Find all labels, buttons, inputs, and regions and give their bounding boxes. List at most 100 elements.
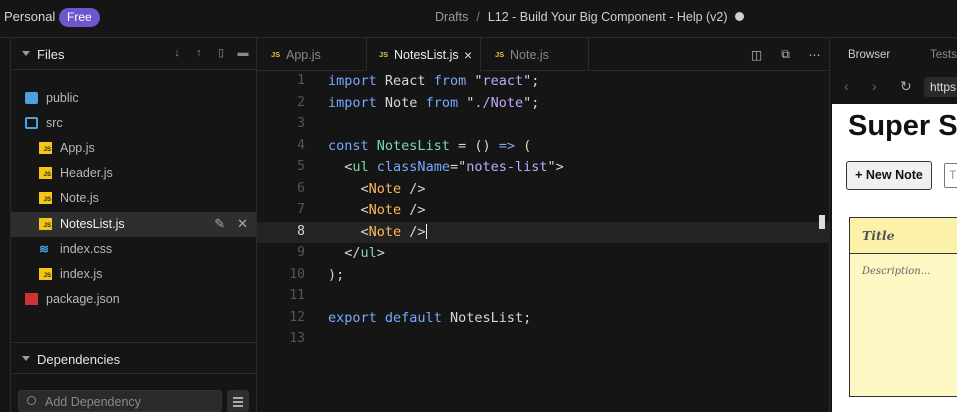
tab-noteslist-js[interactable]: JS NotesList.js ×: [367, 38, 481, 72]
breadcrumb: Drafts / L12 - Build Your Big Component - …: [435, 10, 744, 24]
code-line: 5 <ul className="notes-list">: [257, 157, 829, 179]
js-file-icon: JS: [39, 218, 52, 230]
note-card[interactable]: Title Description...: [849, 217, 957, 397]
note-title[interactable]: Title: [862, 228, 895, 243]
code-area[interactable]: 1 import React from "react"; 2 import Note…: [257, 71, 829, 412]
line-number: 7: [297, 202, 305, 217]
tab-tests[interactable]: Tests: [930, 49, 957, 61]
tree-item-label: index.js: [60, 267, 103, 281]
tree-item-header-js[interactable]: JS Header.js: [11, 161, 256, 186]
code-line: 7 <Note />: [257, 200, 829, 222]
app-title: Super St: [848, 110, 957, 142]
tab-label: Note.js: [510, 48, 549, 62]
line-number: 8: [297, 223, 305, 239]
sort-down-icon[interactable]: ↓: [171, 47, 183, 59]
tree-item-index-css[interactable]: ≋ index.css: [11, 237, 256, 262]
chevron-down-icon: [22, 51, 30, 56]
dependency-menu-button[interactable]: [227, 390, 249, 412]
close-tab-icon[interactable]: ×: [464, 47, 472, 63]
tree-item-index-js[interactable]: JS index.js: [11, 262, 256, 287]
tab-label: NotesList.js: [394, 48, 459, 62]
line-number: 1: [297, 73, 305, 88]
search-input[interactable]: T: [944, 163, 957, 188]
tree-item-app-js[interactable]: JS App.js: [11, 136, 256, 161]
npm-icon: [25, 293, 38, 305]
js-file-icon: JS: [379, 50, 389, 59]
refresh-icon[interactable]: ↻: [900, 78, 912, 95]
new-folder-icon[interactable]: ▬: [237, 47, 249, 59]
line-number: 6: [297, 180, 305, 196]
add-dependency-placeholder: Add Dependency: [45, 395, 141, 409]
line-number: 2: [297, 94, 305, 110]
activity-strip: [0, 38, 11, 412]
line-number: 3: [297, 116, 305, 131]
folder-icon: [25, 92, 38, 104]
new-note-button[interactable]: + New Note: [846, 161, 932, 190]
delete-close-icon[interactable]: ✕: [237, 216, 248, 232]
breadcrumb-separator: /: [476, 10, 480, 24]
tree-item-noteslist-js[interactable]: JS NotesList.js ✎ ✕: [11, 212, 256, 237]
sandbox-title[interactable]: L12 - Build Your Big Component - Help (v…: [488, 10, 728, 24]
js-file-icon: JS: [495, 50, 505, 59]
dependencies-header: Dependencies: [37, 352, 121, 367]
tree-item-label: NotesList.js: [60, 217, 125, 231]
dependencies-section-header[interactable]: Dependencies: [11, 342, 257, 374]
tab-browser[interactable]: Browser: [848, 49, 890, 61]
preview-window-icon[interactable]: ⧉: [771, 47, 800, 62]
editor-tabs: JS App.js JS NotesList.js × JS Note.js ◫…: [257, 38, 829, 72]
line-number: 12: [289, 309, 305, 325]
url-bar[interactable]: https: [924, 77, 957, 97]
line-number: 5: [297, 159, 305, 174]
file-explorer: Files ↓ ↑ ▯ ▬ public src JS App.js JS He…: [11, 38, 257, 412]
text-cursor: [425, 223, 428, 239]
globe-icon[interactable]: [734, 12, 744, 21]
workspace-name[interactable]: Personal: [4, 9, 55, 24]
code-line: 3: [257, 114, 829, 136]
files-section-header[interactable]: Files ↓ ↑ ▯ ▬: [11, 38, 257, 70]
note-title-bar: Title: [850, 218, 957, 254]
line-number: 4: [297, 137, 305, 153]
forward-icon[interactable]: ›: [872, 78, 877, 94]
line-number: 11: [289, 288, 305, 303]
scrollbar-marker[interactable]: [819, 215, 825, 229]
tree-item-label: package.json: [46, 292, 120, 306]
note-description[interactable]: Description...: [862, 266, 930, 277]
chevron-down-icon: [22, 356, 30, 361]
tab-note-js[interactable]: JS Note.js: [481, 38, 589, 71]
tree-item-label: Header.js: [60, 166, 113, 180]
tree-item-label: Note.js: [60, 191, 99, 205]
more-options-icon[interactable]: ⋯: [800, 48, 829, 62]
tab-label: App.js: [286, 48, 321, 62]
plan-badge[interactable]: Free: [59, 8, 100, 27]
tree-item-label: App.js: [60, 141, 95, 155]
tree-item-label: src: [46, 116, 63, 130]
line-number: 13: [289, 331, 305, 346]
search-icon: [27, 396, 36, 405]
code-line: 2 import Note from "./Note";: [257, 93, 829, 115]
code-line: 6 <Note />: [257, 179, 829, 201]
new-file-icon[interactable]: ▯: [215, 47, 227, 59]
code-line-current: 8 <Note />: [257, 221, 829, 243]
rename-pencil-icon[interactable]: ✎: [214, 216, 225, 232]
js-file-icon: JS: [39, 167, 52, 179]
tab-app-js[interactable]: JS App.js: [257, 38, 367, 71]
code-line: 12 export default NotesList;: [257, 308, 829, 330]
back-icon[interactable]: ‹: [844, 78, 849, 94]
code-line: 10);: [257, 265, 829, 287]
preview-tabs: Browser Tests: [830, 38, 957, 72]
tree-item-src[interactable]: src: [11, 111, 256, 136]
breadcrumb-folder[interactable]: Drafts: [435, 10, 468, 24]
tree-item-package-json[interactable]: package.json: [11, 287, 256, 312]
editor-actions: ◫ ⧉ ⋯: [742, 38, 829, 71]
preview-pane: Browser Tests ‹ › ↻ https Super St + New…: [829, 38, 957, 412]
code-line: 9 </ul>: [257, 243, 829, 265]
split-view-icon[interactable]: ◫: [742, 48, 771, 62]
sort-up-icon[interactable]: ↑: [193, 47, 205, 59]
tree-item-label: index.css: [60, 242, 113, 256]
js-file-icon: JS: [39, 192, 52, 204]
preview-frame: Super St + New Note T Title Description.…: [832, 104, 957, 412]
code-line: 11: [257, 286, 829, 308]
tree-item-public[interactable]: public: [11, 86, 256, 111]
add-dependency-input[interactable]: Add Dependency: [18, 390, 222, 412]
tree-item-note-js[interactable]: JS Note.js: [11, 186, 256, 211]
